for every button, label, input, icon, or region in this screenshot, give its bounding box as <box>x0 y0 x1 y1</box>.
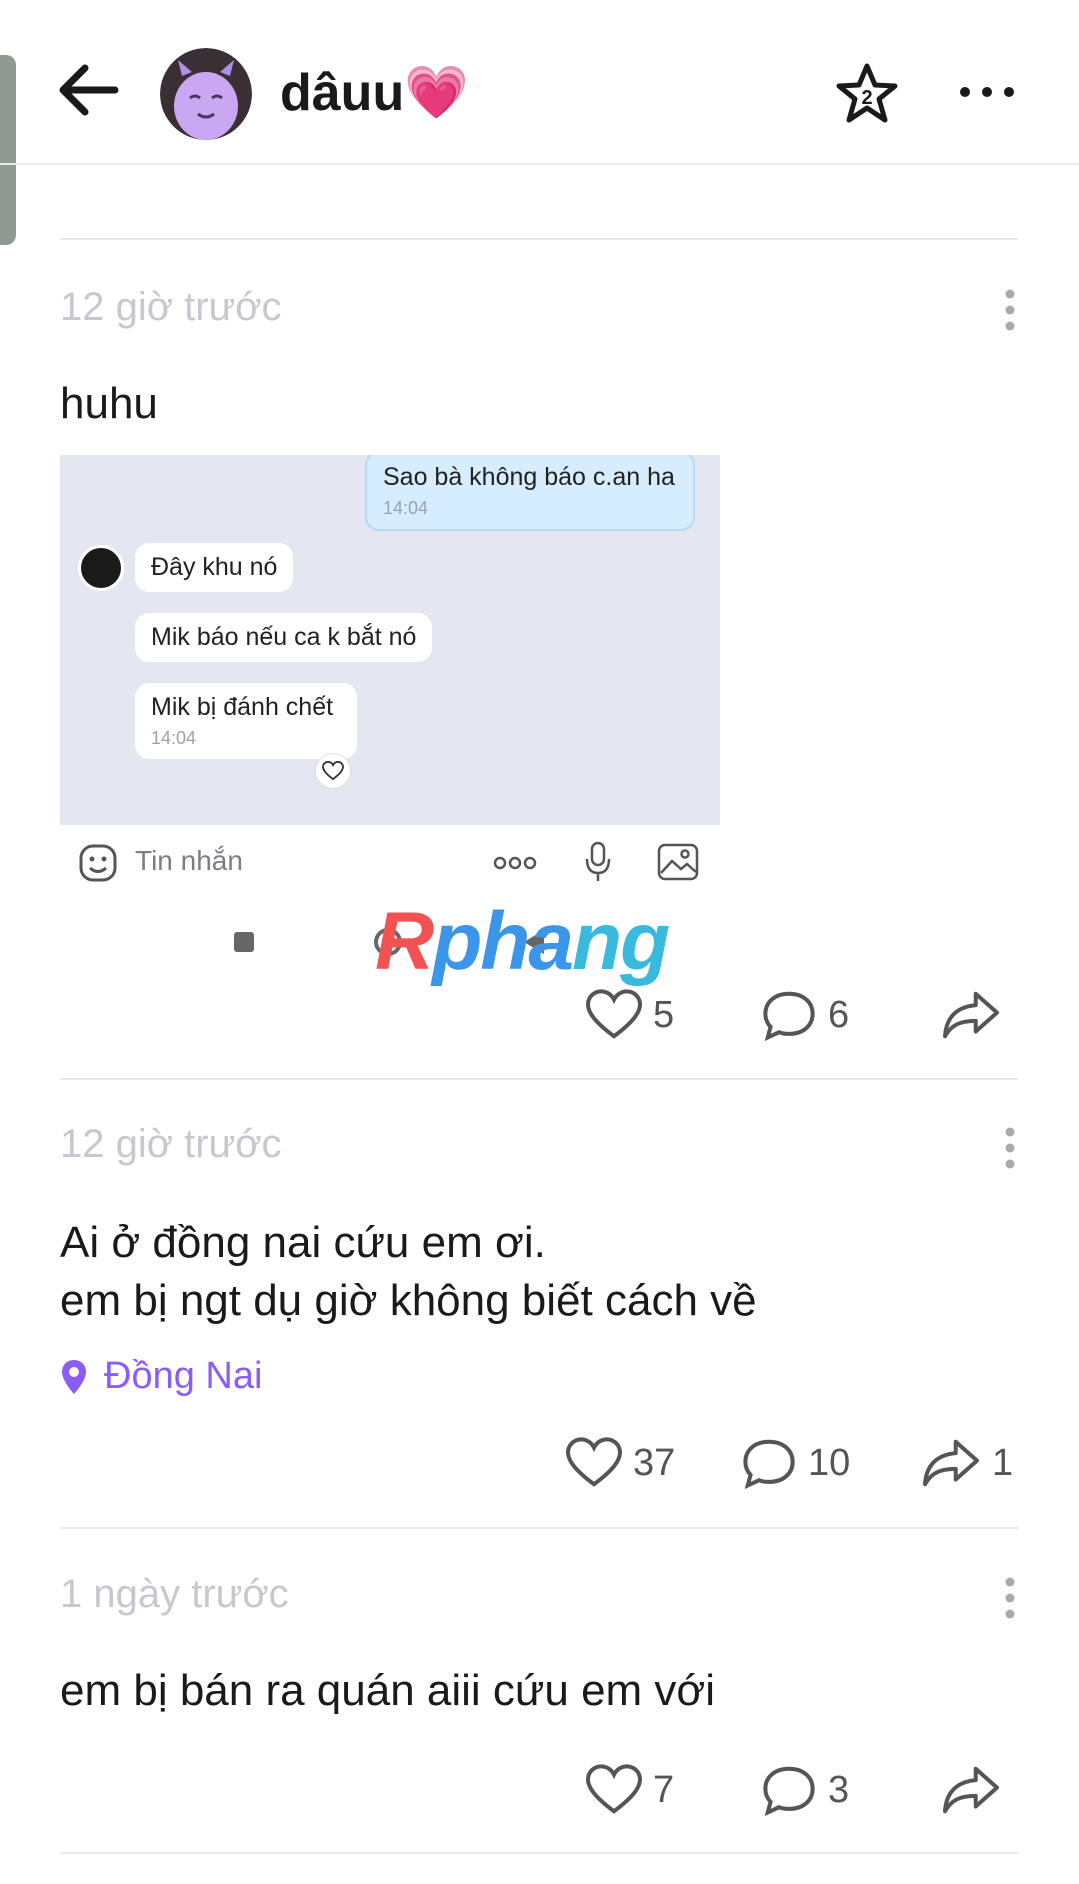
post-time: 1 ngày trước <box>60 1572 289 1616</box>
arrow-left-icon <box>59 64 119 116</box>
received-message-text: Đây khu nó <box>151 553 278 581</box>
received-message-time: 14:04 <box>151 728 197 748</box>
share-button[interactable]: 1 <box>920 1428 1013 1498</box>
sent-message-text: Sao bà không báo c.an ha <box>383 463 675 491</box>
like-button[interactable]: 37 <box>565 1428 675 1498</box>
heart-icon <box>565 1437 623 1487</box>
comment-button[interactable]: 10 <box>740 1428 850 1498</box>
heart-icon <box>585 989 643 1039</box>
post-divider <box>60 1527 1018 1529</box>
like-button[interactable]: 7 <box>585 1755 674 1825</box>
post-actions: 7 3 <box>585 1755 1025 1825</box>
heart-icon <box>585 1764 643 1814</box>
profile-name: dâuu💗 <box>280 64 469 122</box>
post-divider <box>60 1852 1018 1854</box>
post-menu-button[interactable] <box>1000 1576 1020 1620</box>
recent-apps-icon <box>234 932 254 952</box>
monster-avatar-icon <box>160 48 252 140</box>
received-message-bubble: Đây khu nó <box>135 543 294 592</box>
comment-icon <box>763 1766 815 1816</box>
share-count: 1 <box>992 1441 1014 1484</box>
post-text: huhu <box>60 379 158 428</box>
post-text: Ai ở đồng nai cứu em ơi. em bị ngt dụ gi… <box>60 1218 757 1325</box>
post-menu-button[interactable] <box>1000 288 1020 332</box>
chat-composer: Tin nhắn <box>60 825 720 900</box>
like-count: 37 <box>633 1441 676 1484</box>
share-button[interactable] <box>940 1755 1012 1825</box>
post-text: em bị bán ra quán aiii cứu em với <box>60 1666 716 1715</box>
post-time: 12 giờ trước <box>60 285 282 329</box>
image-icon <box>657 843 699 881</box>
post-location[interactable]: Đồng Nai <box>60 1355 262 1398</box>
post-menu-button[interactable] <box>1000 1126 1020 1170</box>
profile-header: dâuu💗 2 <box>0 0 1079 165</box>
share-arrow-icon <box>922 1439 980 1487</box>
chat-avatar <box>78 545 124 591</box>
more-vertical-icon <box>1005 1127 1015 1169</box>
sent-message-time: 14:04 <box>383 498 429 518</box>
post-time: 12 giờ trước <box>60 1122 282 1166</box>
share-button[interactable] <box>940 980 1012 1050</box>
comment-count: 6 <box>828 993 850 1036</box>
comment-icon <box>763 991 815 1041</box>
share-arrow-icon <box>942 991 1000 1039</box>
more-vertical-icon <box>1005 1577 1015 1619</box>
more-horizontal-icon <box>493 856 537 870</box>
like-count: 7 <box>653 1768 675 1811</box>
composer-placeholder: Tin nhắn <box>135 845 243 876</box>
post-divider <box>60 1078 1018 1080</box>
star-badge-number: 2 <box>861 87 872 109</box>
location-name: Đồng Nai <box>104 1355 263 1397</box>
comment-button[interactable]: 3 <box>760 1755 849 1825</box>
comment-count: 3 <box>828 1768 850 1811</box>
message-react-button <box>315 753 351 789</box>
more-options-button[interactable] <box>955 72 1019 112</box>
comment-icon <box>743 1439 795 1489</box>
comment-button[interactable]: 6 <box>760 980 849 1050</box>
emoji-icon <box>79 844 117 882</box>
microphone-icon <box>585 841 611 881</box>
watermark-logo: Rphang <box>375 896 670 987</box>
comment-count: 10 <box>808 1441 851 1484</box>
star-badge-icon: 2 <box>836 63 898 123</box>
received-message-text: Mik bị đánh chết <box>151 693 334 721</box>
like-button[interactable]: 5 <box>585 980 674 1050</box>
avatar[interactable] <box>160 48 252 140</box>
received-message-bubble: Mik bị đánh chết 14:04 <box>135 683 357 759</box>
share-arrow-icon <box>942 1766 1000 1814</box>
location-pin-icon <box>62 1359 86 1394</box>
received-message-bubble: Mik báo nếu ca k bắt nó <box>135 613 433 662</box>
heart-icon <box>322 761 344 781</box>
post-actions: 37 10 1 <box>565 1428 1025 1498</box>
post-image[interactable]: Sao bà không báo c.an ha 14:04 Đây khu n… <box>60 455 720 825</box>
section-divider <box>60 238 1018 240</box>
back-button[interactable] <box>55 60 125 120</box>
more-horizontal-icon <box>960 87 1014 97</box>
received-message-text: Mik báo nếu ca k bắt nó <box>151 623 417 651</box>
favorite-button[interactable]: 2 <box>835 62 899 126</box>
sent-message-bubble: Sao bà không báo c.an ha 14:04 <box>365 455 695 531</box>
more-vertical-icon <box>1005 289 1015 331</box>
like-count: 5 <box>653 993 675 1036</box>
post-actions: 5 6 <box>585 980 1025 1050</box>
